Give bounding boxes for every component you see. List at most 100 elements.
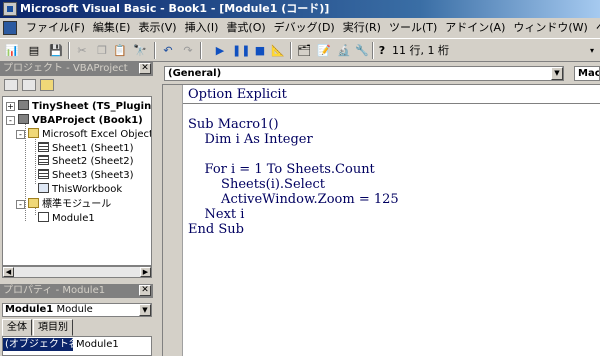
break-icon[interactable]: ❚❚ bbox=[232, 43, 250, 58]
code-line[interactable] bbox=[188, 147, 399, 162]
tree-item-label: Microsoft Excel Object bbox=[42, 129, 152, 140]
vbe-app-icon bbox=[3, 2, 17, 16]
procedure-combo-value: Macro bbox=[578, 68, 599, 79]
tree-item[interactable]: TinySheet (TS_Plugin.x bbox=[18, 100, 151, 113]
undo-icon[interactable]: ↶ bbox=[160, 43, 176, 58]
menu-item[interactable]: ウィンドウ(W) bbox=[509, 18, 591, 38]
menu-item[interactable]: アドイン(A) bbox=[441, 18, 509, 38]
property-row[interactable]: (オブジェクト名) Module1 bbox=[3, 338, 151, 351]
margin-indicator-bar[interactable] bbox=[163, 85, 183, 356]
menu-item[interactable]: 実行(R) bbox=[339, 18, 385, 38]
tree-item[interactable]: Sheet2 (Sheet2) bbox=[38, 155, 134, 168]
tree-item[interactable]: 標準モジュール bbox=[28, 198, 111, 211]
code-line[interactable] bbox=[188, 102, 399, 117]
collapse-icon[interactable]: - bbox=[16, 130, 25, 139]
tree-item[interactable]: Module1 bbox=[38, 212, 95, 225]
save-icon[interactable]: 💾 bbox=[48, 43, 64, 58]
project-panel-close-button[interactable]: ✕ bbox=[139, 63, 151, 74]
tree-item-label: Sheet2 (Sheet2) bbox=[52, 156, 134, 167]
project-toolbar bbox=[0, 77, 153, 94]
tab-categorized[interactable]: 項目別 bbox=[33, 319, 73, 336]
object-select[interactable]: Module1 Module ▼ bbox=[2, 303, 152, 317]
menu-list: ファイル(F) 編集(E) 表示(V) 挿入(I) 書式(O) デバッグ(D) 実行(R) ツ… bbox=[22, 18, 600, 38]
code-line[interactable]: ActiveWindow.Zoom = 125 bbox=[188, 192, 399, 207]
tree-item[interactable]: Sheet3 (Sheet3) bbox=[38, 169, 134, 182]
code-line[interactable]: For i = 1 To Sheets.Count bbox=[188, 162, 399, 177]
cursor-position: 11 行, 1 桁 bbox=[392, 44, 449, 57]
code-line[interactable]: Sub Macro1() bbox=[188, 117, 399, 132]
menu-item[interactable]: 編集(E) bbox=[89, 18, 135, 38]
project-tree: + TinySheet (TS_Plugin.x - VBAProject (Book… bbox=[2, 96, 152, 266]
book-icon bbox=[38, 183, 49, 193]
menu-item[interactable]: ヘルプ(H) bbox=[592, 18, 600, 38]
menu-item[interactable]: ツール(T) bbox=[385, 18, 441, 38]
project-tree-hscrollbar[interactable]: ◀ ▶ bbox=[2, 266, 152, 278]
tree-item[interactable]: Microsoft Excel Object bbox=[28, 128, 152, 141]
toggle-folders-icon[interactable] bbox=[40, 79, 54, 91]
property-name: (オブジェクト名) bbox=[3, 338, 73, 351]
window-title: Microsoft Visual Basic - Book1 - [Module… bbox=[20, 2, 330, 15]
properties-panel-close-button[interactable]: ✕ bbox=[139, 285, 151, 296]
property-value[interactable]: Module1 bbox=[74, 338, 151, 351]
redo-icon[interactable]: ↷ bbox=[180, 43, 196, 58]
find-icon[interactable]: 🔭 bbox=[132, 43, 148, 58]
help-icon[interactable]: ? bbox=[374, 43, 390, 58]
toolbar-separator bbox=[154, 42, 156, 59]
collapse-icon[interactable]: - bbox=[16, 200, 25, 209]
properties-grid: (オブジェクト名) Module1 bbox=[2, 336, 152, 356]
menu-item[interactable]: 書式(O) bbox=[222, 18, 269, 38]
object-browser-icon[interactable]: 🔬 bbox=[336, 43, 352, 58]
scroll-left-arrow-icon[interactable]: ◀ bbox=[3, 267, 14, 277]
chevron-down-icon[interactable]: ▼ bbox=[551, 67, 563, 80]
code-text[interactable]: Option Explicit Sub Macro1() Dim i As Int… bbox=[188, 87, 399, 237]
copy-icon[interactable]: ❐ bbox=[94, 43, 110, 58]
tree-item[interactable]: VBAProject (Book1) bbox=[18, 114, 143, 127]
run-icon[interactable]: ▶ bbox=[212, 43, 228, 58]
menu-item[interactable]: 表示(V) bbox=[134, 18, 180, 38]
tab-alphabetic[interactable]: 全体 bbox=[2, 319, 32, 336]
code-line[interactable]: Dim i As Integer bbox=[188, 132, 399, 147]
view-object-icon[interactable] bbox=[22, 79, 36, 91]
view-code-icon[interactable] bbox=[4, 79, 18, 91]
project-explorer-icon[interactable]: 🗂 bbox=[296, 43, 312, 58]
code-window: (General) ▼ Macro Option Explicit Sub Mac… bbox=[156, 62, 600, 356]
code-line[interactable]: Sheets(i).Select bbox=[188, 177, 399, 192]
tree-item-label: VBAProject (Book1) bbox=[32, 115, 143, 126]
sheet-icon bbox=[38, 142, 49, 152]
module-window-icon[interactable] bbox=[3, 21, 17, 35]
menu-bar: ファイル(F) 編集(E) 表示(V) 挿入(I) 書式(O) デバッグ(D) 実行(R) ツ… bbox=[0, 18, 600, 38]
expand-icon[interactable]: + bbox=[6, 102, 15, 111]
code-editor[interactable]: Option Explicit Sub Macro1() Dim i As Int… bbox=[162, 84, 600, 356]
sheet-icon bbox=[38, 155, 49, 165]
sheet-icon bbox=[38, 169, 49, 179]
scroll-right-arrow-icon[interactable]: ▶ bbox=[140, 267, 151, 277]
design-mode-icon[interactable]: 📐 bbox=[270, 43, 286, 58]
code-line[interactable]: Option Explicit bbox=[188, 87, 399, 102]
tree-item-label: Sheet3 (Sheet3) bbox=[52, 170, 134, 181]
paste-icon[interactable]: 📋 bbox=[112, 43, 128, 58]
view-excel-icon[interactable]: 📊 bbox=[4, 43, 20, 58]
object-combo[interactable]: (General) ▼ bbox=[164, 66, 564, 81]
chevron-down-icon[interactable]: ▼ bbox=[139, 304, 151, 316]
code-line[interactable]: End Sub bbox=[188, 222, 399, 237]
tree-item[interactable]: ThisWorkbook bbox=[38, 183, 122, 196]
project-icon bbox=[18, 114, 29, 124]
cut-icon[interactable]: ✂ bbox=[74, 43, 90, 58]
collapse-icon[interactable]: - bbox=[6, 116, 15, 125]
object-select-type: Module bbox=[56, 304, 93, 315]
tree-item[interactable]: Sheet1 (Sheet1) bbox=[38, 142, 134, 155]
reset-icon[interactable]: ■ bbox=[252, 43, 268, 58]
properties-window-icon[interactable]: 📝 bbox=[316, 43, 332, 58]
toolbar-options-icon[interactable]: ▾ bbox=[584, 43, 600, 58]
properties-panel-title: プロパティ - Module1 bbox=[0, 284, 153, 298]
menu-item[interactable]: ファイル(F) bbox=[22, 18, 89, 38]
code-line[interactable]: Next i bbox=[188, 207, 399, 222]
toolbar-separator bbox=[68, 42, 70, 59]
insert-module-icon[interactable]: ▤ bbox=[26, 43, 42, 58]
procedure-combo[interactable]: Macro bbox=[574, 66, 600, 81]
properties-tabs: 全体 項目別 bbox=[2, 319, 74, 336]
menu-item[interactable]: デバッグ(D) bbox=[270, 18, 339, 38]
menu-item[interactable]: 挿入(I) bbox=[181, 18, 223, 38]
tree-connector bbox=[25, 121, 26, 221]
toolbox-icon[interactable]: 🔧 bbox=[354, 43, 370, 58]
